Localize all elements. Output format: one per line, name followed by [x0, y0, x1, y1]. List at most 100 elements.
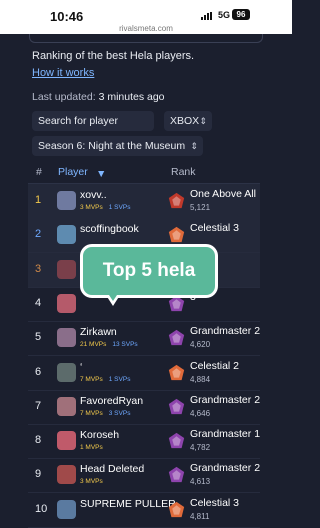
player-avatar	[57, 431, 76, 451]
player-stats: 7 MVPs 3 SVPs	[80, 410, 130, 417]
rank-emblem-icon	[168, 364, 185, 380]
player-avatar	[57, 293, 76, 313]
player-name[interactable]: xovv..	[80, 189, 107, 201]
player-avatar	[57, 225, 76, 245]
rank-emblem-icon	[168, 398, 185, 414]
network-label: 5G	[218, 10, 231, 20]
chevron-up-down-icon: ⇕	[190, 141, 198, 151]
player-avatar	[57, 362, 76, 382]
position-number: 1	[35, 194, 42, 206]
table-row[interactable]: 7 FavoredRyan 7 MVPs 3 SVPs Grandmaster 2 4,6…	[28, 390, 260, 425]
rank-score: 4,620	[190, 340, 211, 350]
player-name[interactable]: Koroseh	[80, 429, 119, 441]
svp-count: 13 SVPs	[112, 341, 138, 349]
table-row[interactable]: 8 Koroseh 1 MVPs Grandmaster 1 4,782	[28, 424, 261, 460]
page-intro: Ranking of the best Hela players.	[32, 50, 195, 62]
sort-desc-icon[interactable]: ▼	[96, 168, 106, 180]
mvp-count: 7 MVPs	[80, 409, 103, 417]
updated-value: 3 minutes ago	[98, 91, 165, 103]
mvp-count: 3 MVPs	[80, 204, 103, 211]
player-avatar	[57, 396, 76, 416]
mvp-count: 1 MVPs	[80, 444, 103, 452]
rank-tier: One Above All	[190, 188, 256, 200]
position-number: 7	[35, 399, 42, 412]
svp-count: 1 SVPs	[108, 204, 131, 211]
col-position: #	[36, 166, 42, 178]
player-avatar	[57, 499, 76, 519]
player-name[interactable]: ‘	[80, 361, 82, 373]
rank-score: 4,646	[190, 408, 211, 418]
player-stats: 3 MVPs 1 SVPs	[80, 204, 130, 211]
svp-count: 3 SVPs	[108, 409, 131, 417]
battery-icon: 96	[232, 9, 250, 20]
rank-emblem-icon	[168, 501, 185, 517]
mvp-count: 3 MVPs	[80, 478, 103, 486]
rank-emblem-icon	[168, 432, 185, 449]
player-stats: 21 MVPs 13 SVPs	[80, 341, 138, 348]
mvp-count: 7 MVPs	[80, 375, 103, 383]
position-number: 3	[35, 262, 42, 275]
col-player-sort[interactable]: Player	[58, 166, 88, 178]
player-name[interactable]: FavoredRyan	[80, 395, 143, 407]
table-row[interactable]: 10 SUPREME PULLER Celestial 3 4,811	[28, 493, 260, 528]
rank-tier: Grandmaster 2	[190, 462, 261, 475]
col-rank: Rank	[171, 166, 196, 178]
address-bar[interactable]: rivalsmeta.com	[0, 24, 292, 33]
position-number: 5	[35, 331, 42, 344]
clock: 10:46	[50, 9, 84, 24]
rank-tier: Celestial 3	[190, 496, 240, 509]
speech-bubble-tail-fill	[107, 292, 119, 301]
player-avatar	[57, 465, 76, 485]
platform-value: XBOX	[170, 115, 200, 127]
rank-emblem-icon	[168, 467, 185, 483]
rank-tier: Grandmaster 2	[190, 325, 261, 338]
position-number: 6	[35, 365, 42, 378]
header-card-edge	[29, 34, 263, 43]
position-number: 8	[35, 434, 42, 447]
season-select[interactable]: Season 6: Night at the Museum ⇕	[32, 136, 203, 156]
rank-score: 4,811	[190, 511, 210, 521]
position-number: 4	[35, 296, 42, 309]
player-stats: 7 MVPs 1 SVPs	[80, 376, 130, 383]
svp-count: 1 SVPs	[108, 375, 131, 383]
position-number: 2	[35, 228, 42, 241]
rank-emblem-icon	[168, 330, 185, 346]
platform-select[interactable]: XBOX ⇕	[164, 111, 212, 131]
chevron-up-down-icon: ⇕	[199, 116, 207, 126]
rank-tier: Celestial 2	[190, 359, 240, 372]
signal-icon	[201, 12, 212, 20]
search-input[interactable]: Search for player	[32, 111, 154, 131]
how-it-works-link[interactable]: How it works	[32, 67, 94, 79]
player-name[interactable]: scoffingbook	[80, 223, 139, 235]
rank-score: 5,121	[190, 203, 211, 212]
player-name[interactable]: SUPREME PULLER	[80, 498, 176, 510]
rank-tier: Grandmaster 2	[190, 393, 261, 406]
season-value: Season 6: Night at the Museum	[38, 140, 186, 152]
table-header: # Player ▼ Rank	[28, 161, 260, 184]
rank-score: 4,782	[190, 443, 211, 453]
rank-score: 4,613	[190, 477, 211, 487]
table-row[interactable]: 1 xovv.. 3 MVPs 1 SVPs One Above All 5,121	[28, 184, 260, 219]
rank-emblem-icon	[168, 192, 185, 209]
status-bar: 10:46 5G 96 rivalsmeta.com	[0, 0, 292, 34]
player-avatar	[57, 191, 76, 210]
rank-tier: Celestial 3	[190, 222, 240, 235]
player-name[interactable]: Head Deleted	[80, 463, 144, 475]
rank-emblem-icon	[168, 227, 185, 243]
player-avatar	[57, 328, 76, 348]
player-stats: 1 MVPs	[80, 444, 103, 451]
overlay-speech-bubble: Top 5 hela	[80, 244, 218, 298]
rank-score: 4,884	[190, 374, 211, 384]
table-row[interactable]: 9 Head Deleted 3 MVPs Grandmaster 2 4,613	[28, 458, 261, 494]
position-number: 10	[35, 502, 48, 515]
mvp-count: 21 MVPs	[80, 341, 107, 349]
updated-label: Last updated:	[32, 91, 96, 103]
table-row[interactable]: 5 Zirkawn 21 MVPs 13 SVPs Grandmaster 2 4,620	[28, 321, 261, 357]
player-name[interactable]: Zirkawn	[80, 326, 117, 338]
player-avatar	[57, 259, 76, 279]
position-number: 9	[35, 468, 42, 481]
table-row[interactable]: 6 ‘ 7 MVPs 1 SVPs Celestial 2 4,884	[28, 356, 260, 391]
player-stats: 3 MVPs	[80, 478, 103, 485]
last-updated: Last updated: 3 minutes ago	[32, 91, 165, 103]
rank-tier: Grandmaster 1	[190, 428, 261, 441]
